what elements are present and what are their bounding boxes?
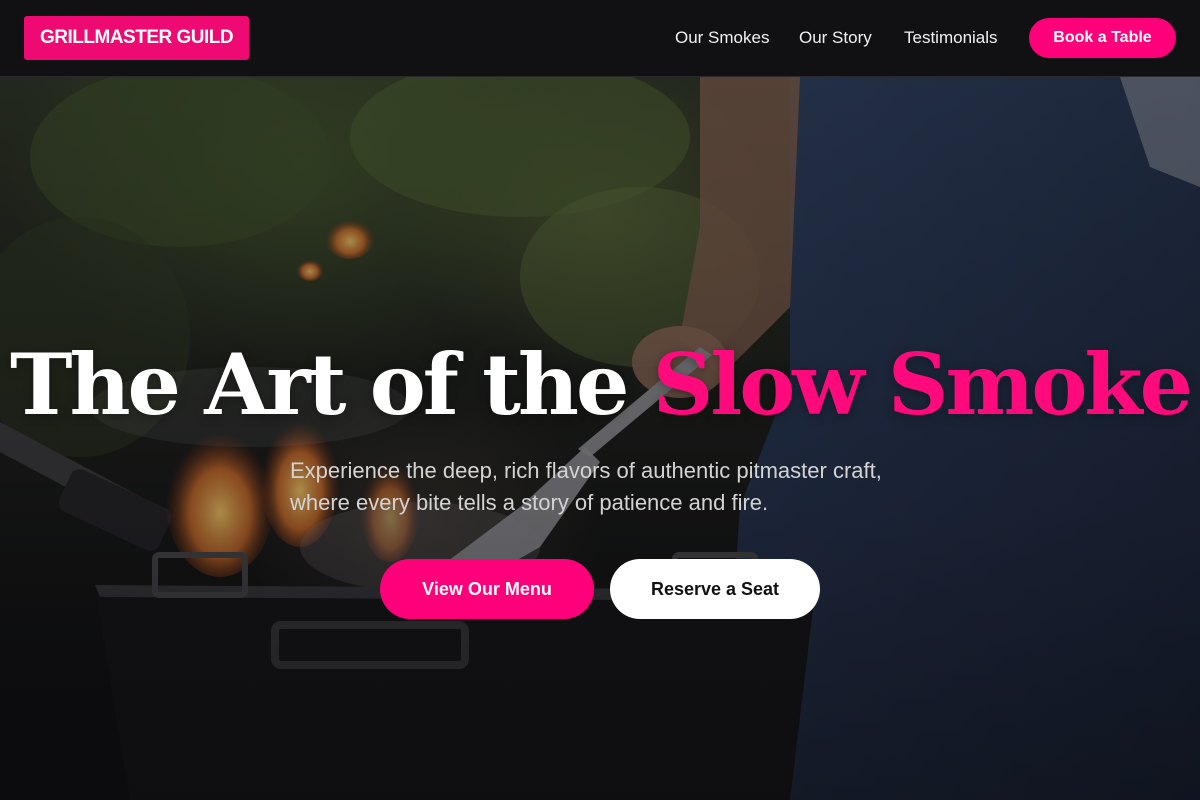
nav-link-testimonials[interactable]: Testimonials [904, 28, 998, 48]
brand-logo[interactable]: GRILLMASTER GUILD [24, 16, 250, 60]
hero-subtitle: Experience the deep, rich flavors of aut… [290, 458, 882, 515]
nav-link-our-story[interactable]: Our Story [799, 28, 872, 48]
site-header: GRILLMASTER GUILD Our Smokes Our Story T… [0, 0, 1200, 77]
headline-main-text: The Art of the [9, 335, 629, 434]
hero-headline: The Art of the Slow Smoke [0, 335, 1200, 435]
hero-section: The Art of the Slow Smoke Experience the… [0, 77, 1200, 800]
view-menu-button[interactable]: View Our Menu [380, 559, 594, 619]
hero-dark-overlay [0, 77, 1200, 800]
reserve-seat-button[interactable]: Reserve a Seat [610, 559, 820, 619]
headline-accent-text: Slow Smoke [652, 335, 1193, 434]
book-table-button[interactable]: Book a Table [1029, 18, 1176, 58]
nav-link-our-smokes[interactable]: Our Smokes [675, 28, 769, 48]
